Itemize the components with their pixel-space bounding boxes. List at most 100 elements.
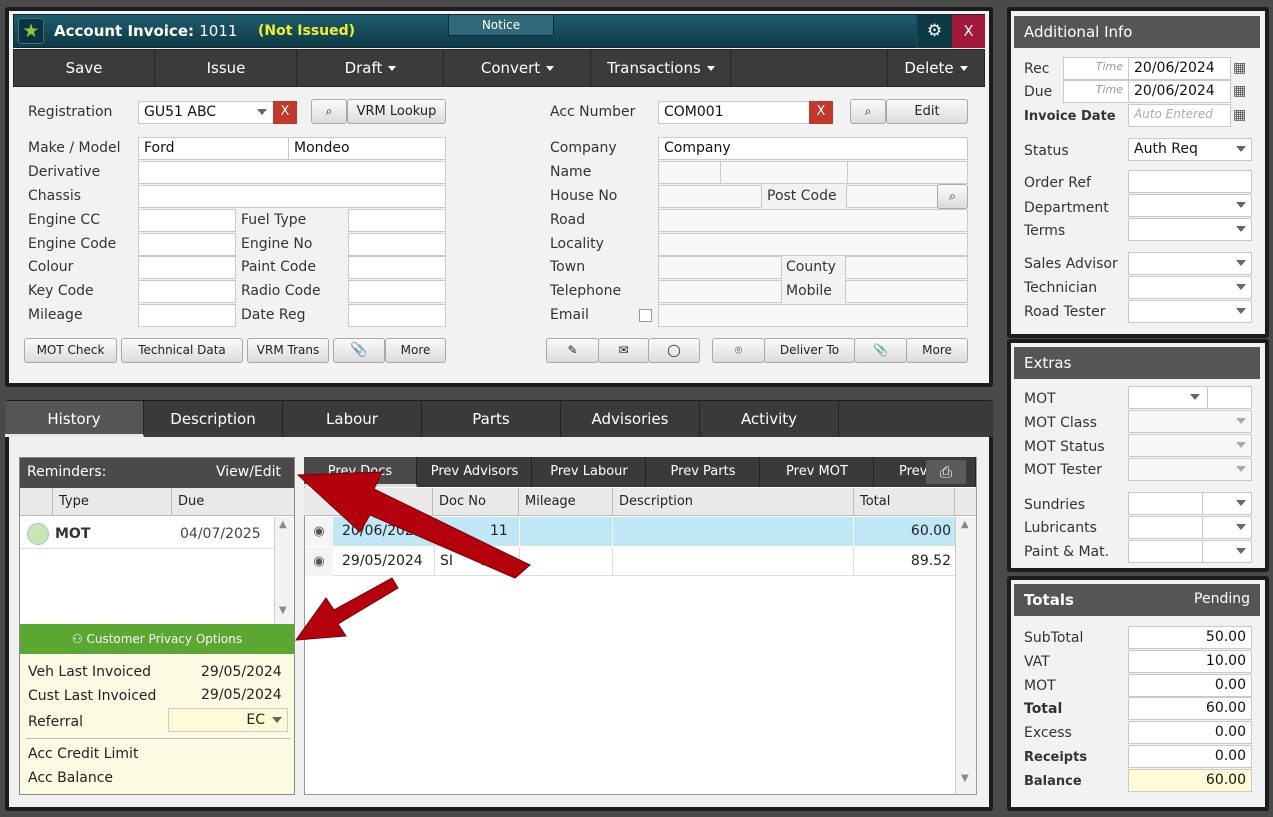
mot-tester-select[interactable] xyxy=(1128,458,1252,481)
scroll-up-icon[interactable]: ▲ xyxy=(279,519,287,530)
chevron-down-icon[interactable] xyxy=(1236,524,1246,530)
chevron-down-icon[interactable] xyxy=(1236,284,1246,290)
telephone-field[interactable] xyxy=(658,280,782,303)
paint-code-field[interactable] xyxy=(348,256,446,279)
scroll-down-icon[interactable]: ▼ xyxy=(279,605,287,616)
gear-icon[interactable]: ⚙ xyxy=(916,15,952,48)
invoice-date-field[interactable]: Auto Entered xyxy=(1128,104,1231,127)
vehicle-more-button[interactable]: More xyxy=(385,338,446,363)
tab-history[interactable]: History xyxy=(5,401,144,437)
email-checkbox[interactable] xyxy=(639,309,652,322)
engine-cc-field[interactable] xyxy=(138,209,236,232)
key-code-field[interactable] xyxy=(138,280,236,303)
chevron-down-icon[interactable] xyxy=(257,109,267,115)
tab-advisories[interactable]: Advisories xyxy=(561,401,700,437)
printer-icon[interactable]: ⎙ xyxy=(926,460,966,484)
mot-check-button[interactable]: MOT Check xyxy=(24,338,117,363)
chevron-down-icon[interactable] xyxy=(1236,500,1246,506)
favourite-star-icon[interactable]: ★ xyxy=(18,18,44,44)
view-edit-link[interactable]: View/Edit xyxy=(216,464,281,480)
road-field[interactable] xyxy=(658,209,968,232)
company-field[interactable]: Company xyxy=(658,137,968,160)
colour-field[interactable] xyxy=(138,256,236,279)
terms-select[interactable] xyxy=(1128,218,1252,241)
reminder-row[interactable]: MOT 04/07/2025 xyxy=(20,517,274,549)
mot-status-select[interactable] xyxy=(1128,434,1252,457)
chassis-field[interactable] xyxy=(138,185,446,208)
email-field[interactable] xyxy=(658,304,968,327)
chevron-down-icon[interactable] xyxy=(1190,394,1200,400)
clear-account-button[interactable]: X xyxy=(809,101,833,124)
acc-number-field[interactable]: COM001 xyxy=(658,101,810,124)
mileage-field[interactable] xyxy=(138,304,236,327)
chevron-down-icon[interactable] xyxy=(1236,418,1246,424)
map-pin-icon[interactable]: ⌾ xyxy=(712,338,765,363)
search-icon[interactable]: ⌕ xyxy=(850,99,886,124)
post-code-field[interactable] xyxy=(846,185,938,208)
first-name-field[interactable] xyxy=(720,161,848,184)
paperclip-icon[interactable]: 📎 xyxy=(333,338,385,363)
model-field[interactable]: Mondeo xyxy=(288,137,446,160)
calendar-icon[interactable]: ▦ xyxy=(1233,107,1246,123)
search-icon[interactable]: ⌕ xyxy=(311,99,347,124)
due-date-field[interactable]: 20/06/2024 xyxy=(1128,80,1231,103)
tab-prev-parts[interactable]: Prev Parts xyxy=(647,457,760,487)
close-button[interactable]: X xyxy=(952,15,985,48)
order-ref-field[interactable] xyxy=(1128,170,1252,193)
speech-bubble-icon[interactable]: ◯ xyxy=(648,338,700,363)
rec-time-field[interactable]: Time xyxy=(1063,57,1129,80)
account-more-button[interactable]: More xyxy=(906,338,968,363)
calendar-icon[interactable]: ▦ xyxy=(1233,60,1246,76)
edit-account-button[interactable]: Edit xyxy=(886,99,968,124)
derivative-field[interactable] xyxy=(138,161,446,184)
notice-button[interactable]: Notice xyxy=(448,15,554,36)
tab-description[interactable]: Description xyxy=(144,401,283,437)
locality-field[interactable] xyxy=(658,233,968,256)
calendar-icon[interactable]: ▦ xyxy=(1233,83,1246,99)
mot-class-select[interactable] xyxy=(1128,410,1252,433)
scroll-down-icon[interactable]: ▼ xyxy=(961,773,969,784)
registration-field[interactable]: GU51 ABC xyxy=(138,101,274,124)
mobile-field[interactable] xyxy=(845,280,968,303)
make-field[interactable]: Ford xyxy=(138,137,289,160)
chevron-down-icon[interactable] xyxy=(1236,202,1246,208)
deliver-to-button[interactable]: Deliver To xyxy=(764,338,855,363)
chevron-down-icon[interactable] xyxy=(272,717,282,723)
paperclip-icon[interactable]: 📎 xyxy=(854,338,907,363)
chevron-down-icon[interactable] xyxy=(1236,442,1246,448)
lubricants-field[interactable] xyxy=(1128,516,1203,539)
search-icon[interactable]: ⌕ xyxy=(937,184,968,209)
surname-field[interactable] xyxy=(847,161,968,184)
referral-select[interactable]: EC xyxy=(168,708,288,732)
clear-registration-button[interactable]: X xyxy=(273,101,297,124)
envelope-icon[interactable]: ✉ xyxy=(598,338,649,363)
tab-prev-labour[interactable]: Prev Labour xyxy=(533,457,646,487)
title-field[interactable] xyxy=(658,161,721,184)
paint-mat-field[interactable] xyxy=(1128,540,1203,563)
issue-button[interactable]: Issue xyxy=(156,50,297,86)
mot-amount-field[interactable] xyxy=(1207,386,1252,409)
save-button[interactable]: Save xyxy=(14,50,155,86)
transactions-menu[interactable]: Transactions xyxy=(592,50,731,86)
road-tester-select[interactable] xyxy=(1128,300,1252,323)
customer-privacy-button[interactable]: ⚇ Customer Privacy Options xyxy=(20,624,294,654)
due-time-field[interactable]: Time xyxy=(1063,80,1129,103)
sundries-field[interactable] xyxy=(1128,492,1203,515)
technical-data-button[interactable]: Technical Data xyxy=(121,338,243,363)
tab-prev-mot[interactable]: Prev MOT xyxy=(761,457,874,487)
department-select[interactable] xyxy=(1128,194,1252,217)
chevron-down-icon[interactable] xyxy=(1236,308,1246,314)
chevron-down-icon[interactable] xyxy=(1236,226,1246,232)
engine-code-field[interactable] xyxy=(138,233,236,256)
draft-menu[interactable]: Draft xyxy=(298,50,444,86)
house-no-field[interactable] xyxy=(658,185,762,208)
tab-parts[interactable]: Parts xyxy=(422,401,561,437)
vrm-trans-button[interactable]: VRM Trans xyxy=(247,338,329,363)
chevron-down-icon[interactable] xyxy=(1236,146,1246,152)
radio-code-field[interactable] xyxy=(348,280,446,303)
edit-note-icon[interactable]: ✎ xyxy=(546,338,599,363)
sales-advisor-select[interactable] xyxy=(1128,252,1252,275)
date-reg-field[interactable] xyxy=(348,304,446,327)
county-field[interactable] xyxy=(845,256,968,279)
status-select[interactable]: Auth Req xyxy=(1128,138,1252,161)
